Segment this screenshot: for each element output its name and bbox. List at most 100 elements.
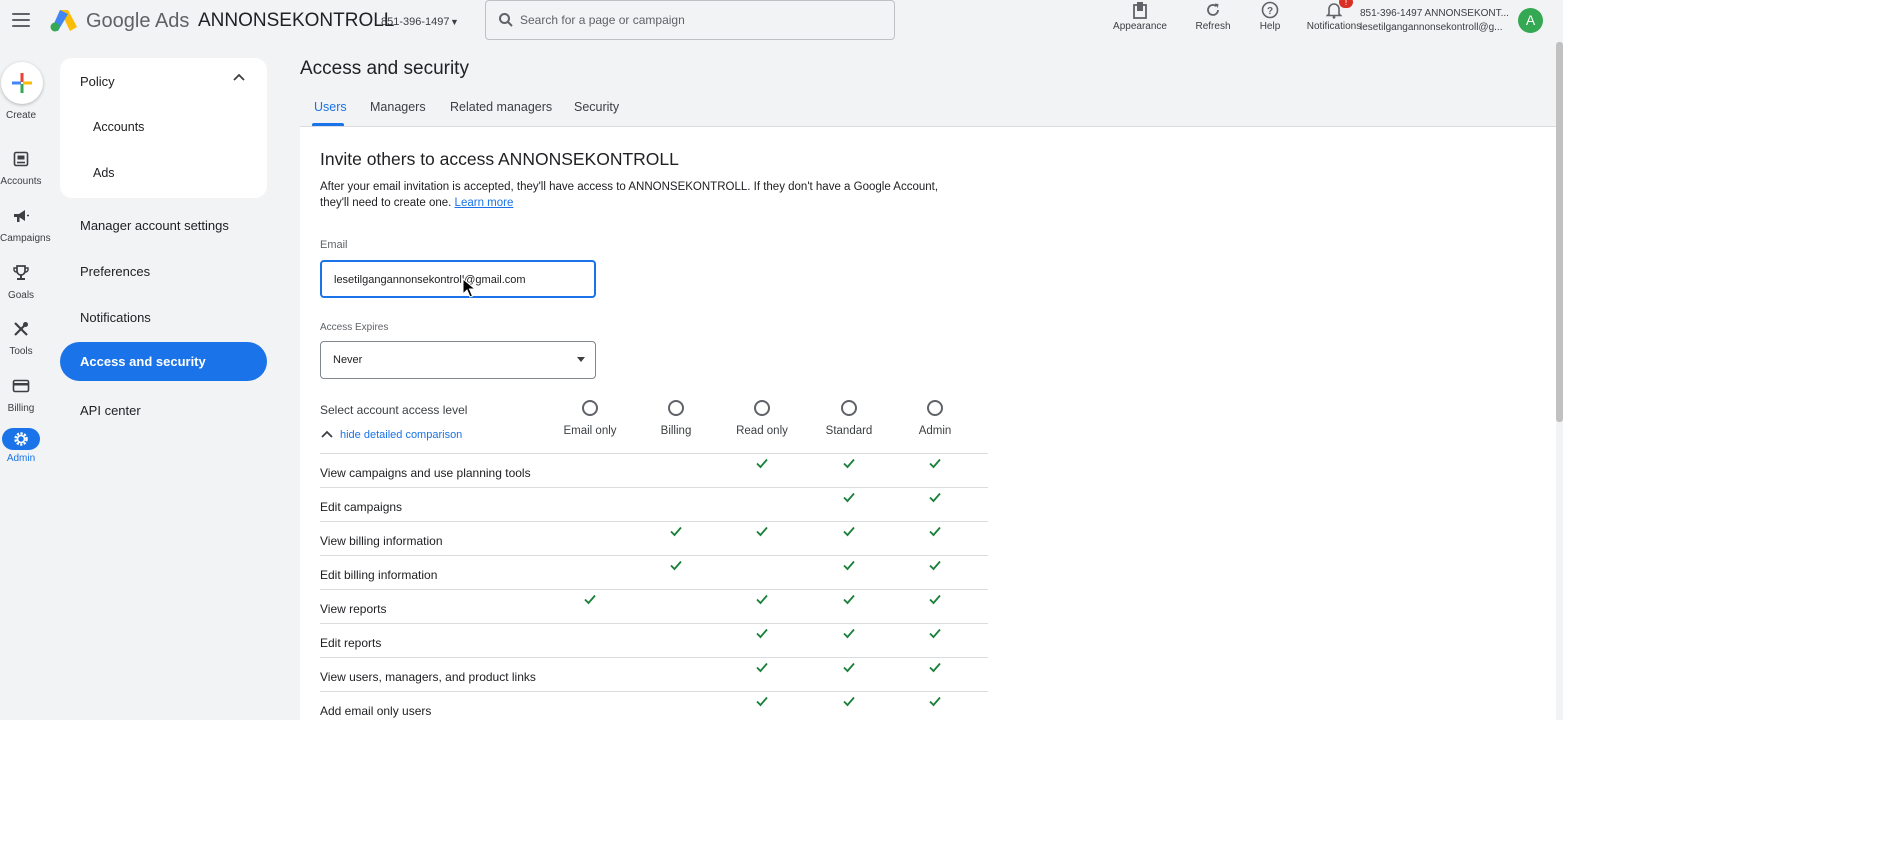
hide-comparison-text: hide detailed comparison [340,429,463,441]
rail-item-admin[interactable]: Admin [0,428,42,464]
check-icon [670,526,682,537]
nav-item-access-and-security-label: Access and security [80,354,206,369]
rail-item-goals[interactable]: Goals [0,264,42,301]
radio-button[interactable] [841,400,857,416]
brand-google: Google [86,10,151,32]
check-icon [929,492,941,503]
radio-button[interactable] [754,400,770,416]
nav-item-policy-accounts[interactable]: Accounts [93,120,144,134]
email-input[interactable] [334,271,584,289]
email-label: Email [320,239,348,251]
top-bar: Google Ads ANNONSEKONTROLL 851-396-1497 … [0,0,1563,42]
refresh-icon [1207,3,1219,16]
nav-item-api-center[interactable]: API center [80,403,141,418]
tab-security[interactable]: Security [574,100,619,114]
svg-text:?: ? [1267,6,1273,17]
access-expires-label: Access Expires [320,322,389,333]
account-switcher-caret-icon[interactable]: ▼ [450,17,459,27]
scrollbar[interactable] [1556,42,1563,422]
brand-ads: Ads [154,10,190,32]
check-icon [756,662,768,673]
permission-label: View users, managers, and product links [320,670,536,684]
invite-description-text: After your email invitation is accepted,… [320,181,939,209]
radio-button[interactable] [927,400,943,416]
tab-managers[interactable]: Managers [370,100,426,114]
email-field[interactable] [320,260,596,298]
permission-row: Edit billing information [320,555,988,589]
radio-button[interactable] [582,400,598,416]
check-icon [929,560,941,571]
permission-label: Edit reports [320,636,382,650]
nav-item-policy[interactable]: Policy [80,74,115,89]
nav-item-access-and-security[interactable]: Access and security [60,342,267,381]
rail-item-tools[interactable]: Tools [0,320,42,357]
access-level-option[interactable]: Billing [631,400,721,437]
hide-comparison-link[interactable]: hide detailed comparison [320,429,462,441]
access-level-label: Billing [660,425,692,437]
check-icon [584,594,596,605]
access-level-label: Read only [736,425,788,437]
goals-icon [13,265,29,280]
check-icon [756,458,768,469]
account-name[interactable]: ANNONSEKONTROLL [198,10,394,32]
main-menu-button[interactable] [12,13,30,27]
check-icon [929,628,941,639]
access-expires-select[interactable]: Never [320,341,596,379]
user-email-line: lesetilgangannonsekontroll@g... [1360,22,1503,33]
notifications-label: Notifications [1306,21,1362,32]
permission-row: View billing information [320,521,988,555]
billing-icon [12,379,30,393]
permission-label: Add email only users [320,704,432,718]
nav-item-notifications[interactable]: Notifications [80,310,151,325]
rail-item-campaigns[interactable]: Campaigns [0,207,51,244]
check-icon [843,696,855,707]
tab-users[interactable]: Users [314,100,347,114]
access-level-label: Standard [825,425,873,437]
check-icon [756,526,768,537]
brand-name: Google Ads [86,10,189,33]
notifications-badge: ! [1339,0,1353,8]
avatar[interactable]: A [1518,8,1543,33]
check-icon [929,526,941,537]
rail-item-accounts[interactable]: Accounts [0,150,42,187]
access-level-option[interactable]: Read only [717,400,807,437]
nav-item-preferences[interactable]: Preferences [80,264,150,279]
tab-related-managers[interactable]: Related managers [450,100,552,114]
rail-item-billing[interactable]: Billing [0,377,42,414]
search-box[interactable] [485,0,895,40]
access-level-option[interactable]: Standard [804,400,894,437]
permission-row: View users, managers, and product links [320,657,988,691]
menu-line [12,13,30,15]
check-icon [843,526,855,537]
tools-icon [14,322,28,336]
access-level-option[interactable]: Email only [545,400,635,437]
refresh-button[interactable]: Refresh [1189,0,1237,40]
check-icon [929,458,941,469]
appearance-button[interactable]: Appearance [1107,0,1173,40]
user-account-info[interactable]: 851-396-1497 ANNONSEKONT... lesetilganga… [1360,7,1509,35]
rail-label-tools: Tools [9,346,33,357]
appearance-icon [1133,2,1147,19]
chevron-up-icon[interactable] [232,72,246,82]
check-icon [929,662,941,673]
permission-row: Edit reports [320,623,988,657]
learn-more-link[interactable]: Learn more [455,197,514,209]
google-ads-logo-icon[interactable] [50,8,78,32]
rail-label-accounts: Accounts [0,176,42,187]
user-account-line: 851-396-1497 ANNONSEKONT... [1360,8,1509,19]
check-icon [843,560,855,571]
search-input[interactable] [520,10,880,30]
notifications-button[interactable]: ! Notifications [1302,0,1366,40]
access-level-option[interactable]: Admin [890,400,980,437]
help-label: Help [1259,21,1281,32]
help-button[interactable]: ? Help [1252,0,1288,40]
refresh-label: Refresh [1195,21,1231,32]
permission-label: Edit billing information [320,568,438,582]
radio-button[interactable] [668,400,684,416]
nav-item-policy-ads[interactable]: Ads [93,166,115,180]
check-icon [756,628,768,639]
account-id[interactable]: 851-396-1497 [381,16,450,28]
permission-row: Edit campaigns [320,487,988,521]
create-button[interactable] [1,62,43,104]
nav-item-manager-account-settings[interactable]: Manager account settings [80,218,229,233]
